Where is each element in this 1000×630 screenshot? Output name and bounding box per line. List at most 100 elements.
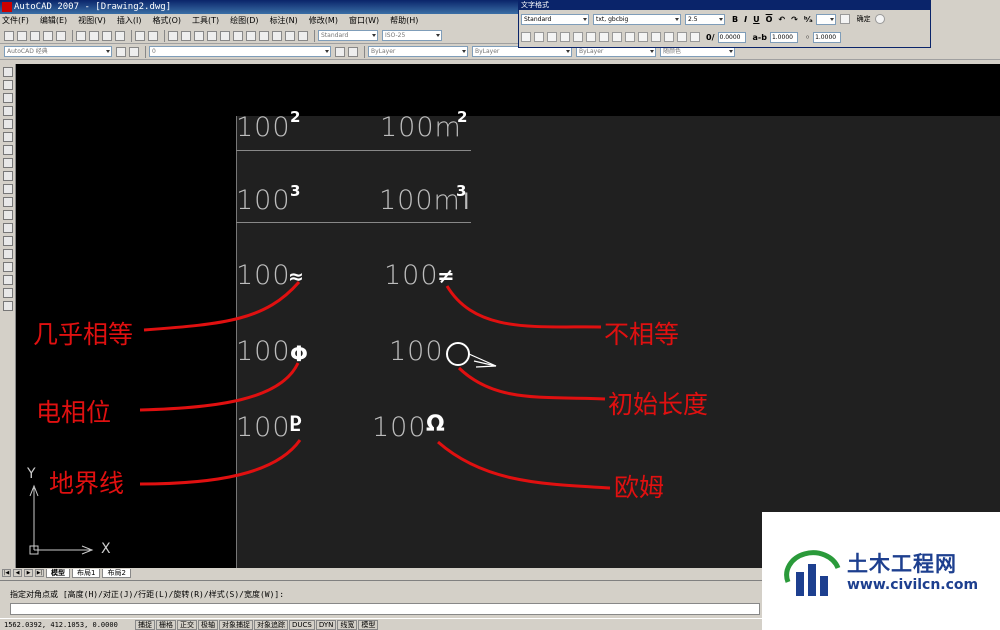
insert-block-icon[interactable]: [3, 210, 13, 220]
construction-line-icon[interactable]: [3, 80, 13, 90]
snap-toggle[interactable]: 捕捉: [135, 619, 155, 630]
italic-button[interactable]: I: [744, 15, 747, 24]
gradient-icon[interactable]: [3, 262, 13, 272]
first-tab-icon[interactable]: |◀: [2, 569, 11, 577]
uppercase-icon[interactable]: [664, 32, 674, 42]
point-icon[interactable]: [3, 236, 13, 246]
rectangle-icon[interactable]: [3, 119, 13, 129]
tracking-field[interactable]: 1.0000: [769, 31, 798, 43]
bold-button[interactable]: B: [732, 15, 738, 24]
prev-tab-icon[interactable]: ◀: [13, 569, 22, 577]
zoom-window-icon[interactable]: [194, 30, 204, 41]
polar-toggle[interactable]: 极轴: [198, 619, 218, 630]
make-block-icon[interactable]: [3, 223, 13, 233]
menu-view[interactable]: 视图(V): [78, 14, 106, 28]
ruler-icon[interactable]: [839, 14, 850, 24]
line-spacing-icon[interactable]: [625, 32, 635, 42]
open-icon[interactable]: [17, 30, 27, 41]
grid-toggle[interactable]: 栅格: [156, 619, 176, 630]
cut-icon[interactable]: [76, 30, 86, 41]
otrack-toggle[interactable]: 对象追踪: [254, 619, 288, 630]
stack-icon[interactable]: ᵇ⁄ₐ: [804, 15, 813, 24]
layer-previous-icon[interactable]: [348, 46, 358, 57]
menu-draw[interactable]: 绘图(D): [230, 14, 258, 28]
symbol-icon[interactable]: [690, 32, 700, 42]
osnap-toggle[interactable]: 对象捕捉: [219, 619, 253, 630]
columns-icon[interactable]: [521, 32, 531, 42]
new-icon[interactable]: [4, 30, 14, 41]
command-input[interactable]: [10, 603, 760, 615]
tab-model[interactable]: 模型: [46, 568, 70, 578]
dyn-toggle[interactable]: DYN: [315, 619, 337, 630]
revision-cloud-icon[interactable]: [3, 158, 13, 168]
text-style-combo[interactable]: Standard: [318, 30, 378, 41]
align-left-icon[interactable]: [560, 32, 570, 42]
undo-icon[interactable]: [135, 30, 145, 41]
text-style-select[interactable]: Standard: [521, 13, 589, 25]
color-combo[interactable]: ByLayer: [368, 46, 468, 57]
help-icon[interactable]: [298, 30, 308, 41]
width-factor-field[interactable]: 1.0000: [813, 31, 842, 43]
underline-button[interactable]: U: [753, 15, 760, 24]
preview-icon[interactable]: [56, 30, 66, 41]
menu-dimension[interactable]: 标注(N): [270, 14, 298, 28]
options-icon[interactable]: [874, 14, 885, 24]
menu-tools[interactable]: 工具(T): [192, 14, 219, 28]
arc-icon[interactable]: [3, 132, 13, 142]
menu-modify[interactable]: 修改(M): [309, 14, 338, 28]
insert-field-icon[interactable]: [651, 32, 661, 42]
line-icon[interactable]: [3, 67, 13, 77]
zoom-realtime-icon[interactable]: [181, 30, 191, 41]
mtext-icon[interactable]: [3, 301, 13, 311]
pan-icon[interactable]: [168, 30, 178, 41]
align-center-icon[interactable]: [573, 32, 583, 42]
lowercase-icon[interactable]: [677, 32, 687, 42]
design-center-icon[interactable]: [233, 30, 243, 41]
ducs-toggle[interactable]: DUCS: [289, 619, 315, 630]
menu-window[interactable]: 窗口(W): [349, 14, 379, 28]
text-height-select[interactable]: 2.5: [685, 13, 725, 25]
last-tab-icon[interactable]: ▶|: [35, 569, 44, 577]
dim-style-combo[interactable]: ISO-25: [382, 30, 442, 41]
ortho-toggle[interactable]: 正交: [177, 619, 197, 630]
ok-button[interactable]: 确定: [857, 14, 871, 24]
workspace-settings-icon[interactable]: [116, 46, 126, 57]
table-icon[interactable]: [3, 288, 13, 298]
oblique-angle-field[interactable]: 0.0000: [717, 31, 746, 43]
model-toggle[interactable]: 模型: [358, 619, 379, 630]
menu-file[interactable]: 文件(F): [2, 14, 29, 28]
print-icon[interactable]: [43, 30, 53, 41]
layer-combo[interactable]: 0: [149, 46, 331, 57]
hatch-icon[interactable]: [3, 249, 13, 259]
paragraph-icon[interactable]: [547, 32, 557, 42]
numbering-icon[interactable]: [638, 32, 648, 42]
circle-icon[interactable]: [3, 145, 13, 155]
tab-layout1[interactable]: 布局1: [72, 568, 101, 578]
justify-icon[interactable]: [599, 32, 609, 42]
zoom-previous-icon[interactable]: [207, 30, 217, 41]
workspace-combo[interactable]: AutoCAD 经典: [4, 46, 112, 57]
copy-icon[interactable]: [89, 30, 99, 41]
paste-icon[interactable]: [102, 30, 112, 41]
redo-text-icon[interactable]: ↷: [791, 15, 798, 24]
layer-manager-icon[interactable]: [129, 46, 139, 57]
lineweight-toggle[interactable]: 线宽: [337, 619, 358, 630]
sheet-set-icon[interactable]: [259, 30, 269, 41]
menu-edit[interactable]: 编辑(E): [40, 14, 67, 28]
tool-palettes-icon[interactable]: [246, 30, 256, 41]
ellipse-icon[interactable]: [3, 184, 13, 194]
drawing-canvas[interactable]: 100 2 100m 2 100 3 100m 3 I 100 ≈ 100 ≠ …: [16, 64, 1000, 568]
match-properties-icon[interactable]: [115, 30, 125, 41]
calculator-icon[interactable]: [285, 30, 295, 41]
menu-help[interactable]: 帮助(H): [390, 14, 418, 28]
tab-layout2[interactable]: 布局2: [102, 568, 131, 578]
spline-icon[interactable]: [3, 171, 13, 181]
redo-icon[interactable]: [148, 30, 158, 41]
ellipse-arc-icon[interactable]: [3, 197, 13, 207]
menu-format[interactable]: 格式(O): [152, 14, 181, 28]
menu-insert[interactable]: 插入(I): [117, 14, 142, 28]
align-right-icon[interactable]: [586, 32, 596, 42]
polyline-icon[interactable]: [3, 93, 13, 103]
make-current-layer-icon[interactable]: [335, 46, 345, 57]
overline-button[interactable]: Ō: [766, 15, 773, 24]
